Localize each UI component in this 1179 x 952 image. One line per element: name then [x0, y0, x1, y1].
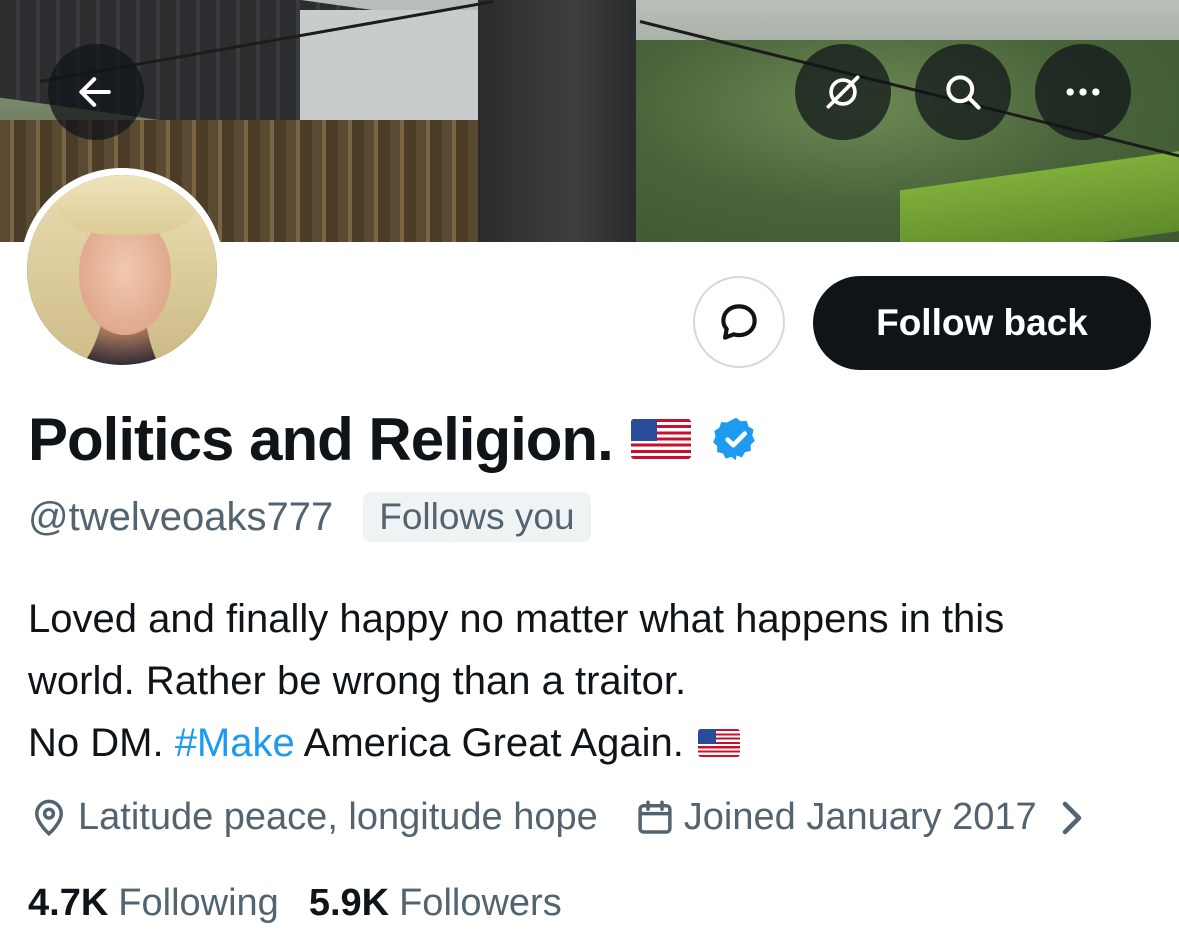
bio-line: world. Rather be wrong than a traitor. — [28, 659, 687, 703]
profile-bio: Loved and finally happy no matter what h… — [28, 588, 1168, 774]
bio-text: America Great Again. — [294, 721, 684, 765]
avatar[interactable] — [20, 168, 224, 372]
name-row: Politics and Religion. — [28, 402, 761, 476]
more-horizontal-icon — [1066, 88, 1100, 96]
following-count: 4.7K — [28, 882, 109, 924]
profile-meta: Latitude peace, longitude hope Joined Ja… — [28, 796, 1101, 839]
grok-button[interactable] — [795, 44, 891, 140]
avatar-image — [27, 175, 217, 365]
back-button[interactable] — [48, 44, 144, 140]
hashtag-link[interactable]: #Make — [175, 712, 295, 774]
followers-label: Followers — [399, 882, 562, 924]
following-label: Following — [118, 882, 279, 924]
joined-text: Joined January 2017 — [683, 796, 1037, 838]
slashed-circle-icon — [826, 75, 860, 109]
banner-post — [478, 0, 636, 242]
follows-you-badge: Follows you — [363, 492, 591, 542]
user-handle: @twelveoaks777 — [28, 494, 334, 539]
follow-stats: 4.7K Following 5.9K Followers — [28, 882, 562, 925]
followers-link[interactable]: 5.9K Followers — [309, 882, 562, 925]
followers-count: 5.9K — [308, 882, 390, 924]
chevron-right-icon — [1062, 801, 1081, 834]
calendar-icon — [638, 800, 672, 834]
search-icon — [946, 75, 981, 110]
handle-row: @twelveoaks777 Follows you — [28, 492, 591, 542]
joined-item[interactable]: Joined January 2017 — [634, 796, 1101, 839]
message-bubble-icon — [721, 304, 757, 340]
display-name: Politics and Religion. — [28, 405, 614, 473]
following-link[interactable]: 4.7K Following — [28, 882, 279, 925]
arrow-left-icon — [79, 77, 111, 107]
search-button[interactable] — [915, 44, 1011, 140]
message-button[interactable] — [693, 276, 785, 368]
bio-line: Loved and finally happy no matter what h… — [28, 597, 1005, 641]
location-pin-icon — [34, 799, 64, 836]
follow-back-button[interactable]: Follow back — [813, 276, 1151, 370]
location-item: Latitude peace, longitude hope — [28, 796, 598, 839]
banner-shed-roof — [300, 10, 480, 125]
more-button[interactable] — [1035, 44, 1131, 140]
location-text: Latitude peace, longitude hope — [78, 796, 598, 838]
verified-badge-icon[interactable] — [711, 414, 761, 464]
bio-text: No DM. — [28, 721, 175, 765]
us-flag-emoji — [697, 729, 740, 757]
us-flag-emoji — [630, 419, 691, 459]
bio-line: No DM. #Make America Great Again. — [28, 712, 1168, 774]
